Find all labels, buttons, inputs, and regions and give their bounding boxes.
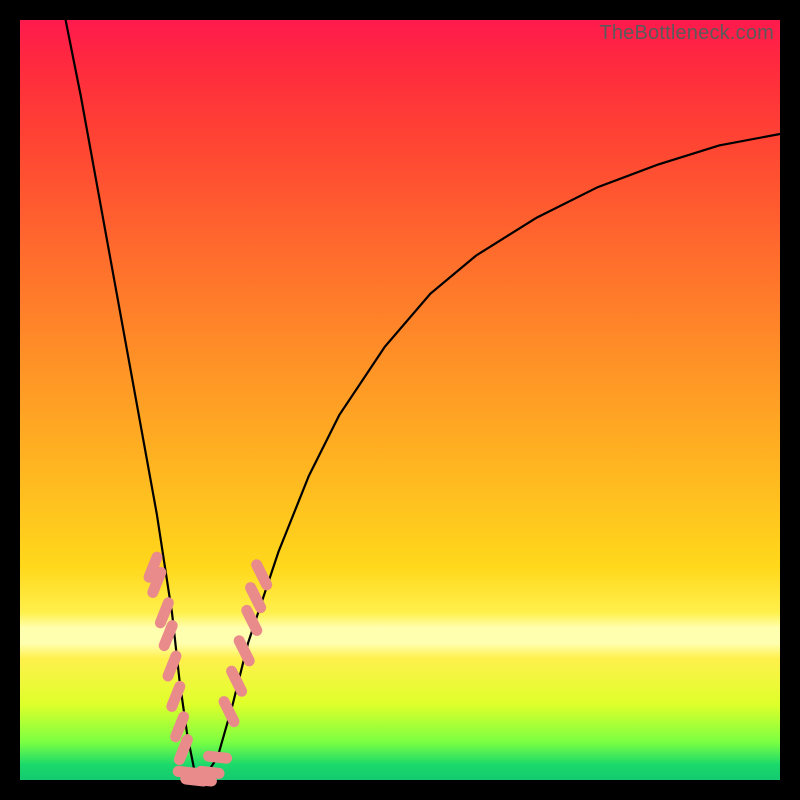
marker-dash xyxy=(172,686,180,706)
marker-dash xyxy=(164,626,172,646)
marker-dash xyxy=(179,740,187,760)
marker-dash xyxy=(257,565,267,585)
marker-dash xyxy=(160,603,168,623)
marker-dash xyxy=(251,588,261,608)
sample-markers xyxy=(149,557,267,781)
marker-dash xyxy=(247,610,257,630)
watermark-text: TheBottleneck.com xyxy=(599,22,774,45)
marker-dash xyxy=(178,771,196,773)
marker-dash xyxy=(168,656,176,676)
marker-dash xyxy=(193,779,211,781)
marker-dash xyxy=(176,717,184,737)
marker-dash xyxy=(153,572,161,592)
marker-dash xyxy=(209,756,227,758)
chart-svg xyxy=(20,20,780,780)
marker-dash xyxy=(201,771,219,773)
chart-frame: TheBottleneck.com xyxy=(20,20,780,780)
